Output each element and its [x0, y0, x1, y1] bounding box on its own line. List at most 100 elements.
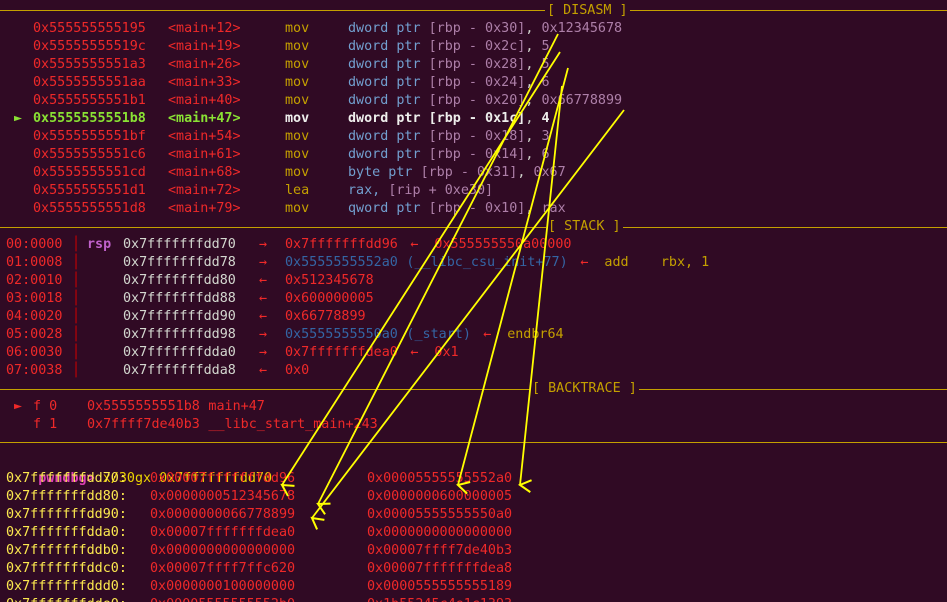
stack-register: rsp	[87, 237, 112, 252]
operand-sep: ,	[525, 39, 542, 54]
stack-address: 0x7fffffffdd88	[123, 291, 236, 306]
frame-symbol: main+47	[208, 399, 265, 414]
instr-operands: dword ptr [rbp - 0x14], 6	[348, 146, 550, 164]
stack-index: 00:0000	[6, 237, 63, 252]
operand-sep: ,	[525, 75, 542, 90]
stack-value: 0x7fffffffdea0	[285, 345, 398, 360]
memory-address: 0x7fffffffdd80:	[6, 489, 127, 504]
stack-sep: │	[72, 237, 81, 252]
stack-value: 0x5555555552a0	[285, 255, 398, 270]
stack-index: 02:0010	[6, 273, 63, 288]
instr-operands: dword ptr [rbp - 0x24], 6	[348, 74, 550, 92]
stack-arrow2: ←	[410, 237, 419, 252]
instr-opcode: mov	[285, 147, 310, 162]
stack-arrow: →	[259, 345, 268, 360]
instr-opcode: mov	[285, 129, 310, 144]
stack-index: 04:0020	[6, 309, 63, 324]
operand-size: dword ptr	[348, 111, 421, 126]
stack-symbol: (_start)	[406, 327, 471, 342]
instr-address: 0x5555555551d8	[33, 201, 146, 216]
instr-symbol: <main+79>	[168, 201, 241, 216]
operand-imm: 5	[541, 57, 550, 72]
operand-size: qword ptr	[348, 201, 421, 216]
frame-number: f 1	[33, 417, 58, 432]
memory-value-2: 0x00005555555552a0	[367, 471, 513, 486]
stack-address: 0x7fffffffdd78	[123, 255, 236, 270]
memory-address: 0x7fffffffdde0:	[6, 596, 127, 602]
stack-value: 0x512345678	[285, 273, 374, 288]
stack-arrow: ←	[259, 291, 268, 306]
operand-sep: ,	[517, 165, 534, 180]
operand-mem: [rbp - 0x28]	[428, 57, 526, 72]
operand-size: dword ptr	[348, 129, 421, 144]
operand-imm: 0x12345678	[541, 21, 623, 36]
memory-value-2: 0x0000555555555189	[367, 579, 513, 594]
operand-mem: [rbp - 0x31]	[420, 165, 518, 180]
stack-address: 0x7fffffffdd70	[123, 237, 236, 252]
operand-size: dword ptr	[348, 21, 421, 36]
terminal-window[interactable]: [ DISASM ] 0x555555555195 <main+12> mov dwo…	[0, 0, 947, 602]
operand-size: dword ptr	[348, 39, 421, 54]
instr-address: 0x5555555551b1	[33, 93, 146, 108]
frame-symbol: __libc_start_main+243	[208, 417, 378, 432]
instr-symbol: <main+26>	[168, 57, 241, 72]
stack-value: 0x0	[285, 363, 310, 378]
instr-address: 0x5555555551d1	[33, 183, 146, 198]
instr-symbol: <main+61>	[168, 147, 241, 162]
memory-address: 0x7fffffffddb0:	[6, 543, 127, 558]
instr-symbol: <main+72>	[168, 183, 241, 198]
instr-opcode: mov	[285, 57, 310, 72]
operand-mem: [rbp - 0x20]	[428, 93, 526, 108]
memory-value-1: 0x0000000066778899	[150, 507, 296, 522]
operand-sep: ,	[525, 21, 542, 36]
operand-sep: ,	[525, 93, 542, 108]
instr-symbol: <main+19>	[168, 39, 241, 54]
memory-value-1: 0x00005555555552b0	[150, 596, 295, 602]
stack-arrow: →	[259, 237, 268, 252]
stack-address: 0x7fffffffdd80	[123, 273, 236, 288]
stack-index: 01:0008	[6, 255, 63, 270]
operand-mem: [rbp - 0x24]	[428, 75, 526, 90]
command-line[interactable]: pwndbg> x/30gx 0x7fffffffdd70	[6, 452, 272, 486]
stack-address: 0x7fffffffdd90	[123, 309, 236, 324]
memory-value-1: 0x0000000000000000	[150, 543, 296, 558]
instr-operands: dword ptr [rbp - 0x20], 0x66778899	[348, 92, 622, 110]
stack-symbol: (__libc_csu_init+77)	[406, 255, 568, 270]
frame-marker: ►	[14, 399, 23, 414]
instr-opcode: mov	[285, 201, 310, 216]
stack-divider	[0, 227, 947, 228]
stack-sep: │	[72, 363, 81, 378]
operand-imm: 4	[541, 111, 550, 126]
operand-sep: ,	[525, 111, 542, 126]
stack-deref: endbr64	[507, 327, 564, 342]
memory-value-2: 0x0000000600000005	[367, 489, 513, 504]
operand-sep: ,	[525, 57, 542, 72]
instr-symbol: <main+54>	[168, 129, 241, 144]
instr-symbol: <main+68>	[168, 165, 241, 180]
stack-value: 0x5555555550a0	[285, 327, 398, 342]
stack-address: 0x7fffffffdda8	[123, 363, 236, 378]
stack-index: 07:0038	[6, 363, 63, 378]
operand-size: dword ptr	[348, 93, 421, 108]
instr-operands: dword ptr [rbp - 0x28], 5	[348, 56, 550, 74]
stack-address: 0x7fffffffdd98	[123, 327, 236, 342]
memory-address: 0x7fffffffdd70:	[6, 471, 127, 486]
instr-address: 0x55555555519c	[33, 39, 146, 54]
operand-imm: 6	[541, 147, 550, 162]
operand-imm: 0x66778899	[541, 93, 623, 108]
operand-imm: 6	[541, 75, 550, 90]
stack-arrow2: ←	[410, 345, 419, 360]
stack-arrow: ←	[259, 309, 268, 324]
memory-address: 0x7fffffffddd0:	[6, 579, 127, 594]
stack-arrow: ←	[259, 363, 268, 378]
memory-value-1: 0x00007fffffffdd96	[150, 471, 296, 486]
stack-sep: │	[72, 345, 81, 360]
instr-opcode: lea	[285, 183, 310, 198]
instr-operands: dword ptr [rbp - 0x30], 0x12345678	[348, 20, 622, 38]
stack-sep: │	[72, 273, 81, 288]
instr-symbol: <main+47>	[168, 111, 241, 126]
operand-mem: [rbp - 0x18]	[428, 129, 526, 144]
stack-sep: │	[72, 309, 81, 324]
operand-size: dword ptr	[348, 147, 421, 162]
instr-symbol: <main+12>	[168, 21, 241, 36]
